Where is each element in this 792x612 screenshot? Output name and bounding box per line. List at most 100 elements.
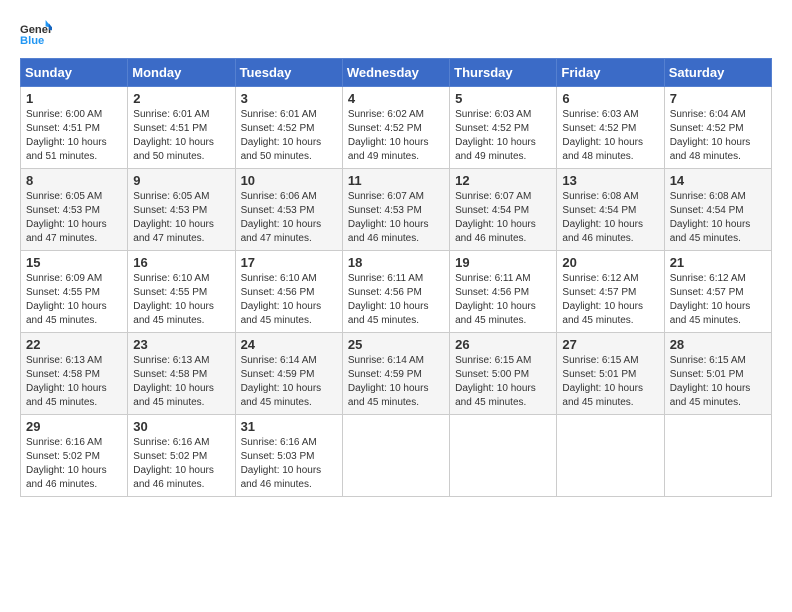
daylight-label: Daylight: 10 hours and 45 minutes. [670,301,751,326]
sunrise-label: Sunrise: 6:16 AM [241,437,317,448]
sunset-label: Sunset: 4:56 PM [455,287,529,298]
sunrise-label: Sunrise: 6:00 AM [26,109,102,120]
calendar-week-row: 1 Sunrise: 6:00 AM Sunset: 4:51 PM Dayli… [21,87,772,169]
day-number: 30 [133,419,229,434]
calendar-cell: 29 Sunrise: 6:16 AM Sunset: 5:02 PM Dayl… [21,415,128,497]
calendar-cell: 20 Sunrise: 6:12 AM Sunset: 4:57 PM Dayl… [557,251,664,333]
cell-content: Sunrise: 6:12 AM Sunset: 4:57 PM Dayligh… [562,272,658,328]
calendar-cell: 16 Sunrise: 6:10 AM Sunset: 4:55 PM Dayl… [128,251,235,333]
weekday-header: Tuesday [235,59,342,87]
daylight-label: Daylight: 10 hours and 45 minutes. [348,383,429,408]
calendar-cell: 1 Sunrise: 6:00 AM Sunset: 4:51 PM Dayli… [21,87,128,169]
cell-content: Sunrise: 6:00 AM Sunset: 4:51 PM Dayligh… [26,108,122,164]
calendar-cell: 7 Sunrise: 6:04 AM Sunset: 4:52 PM Dayli… [664,87,771,169]
calendar-cell: 15 Sunrise: 6:09 AM Sunset: 4:55 PM Dayl… [21,251,128,333]
calendar-cell [557,415,664,497]
day-number: 27 [562,337,658,352]
sunrise-label: Sunrise: 6:01 AM [133,109,209,120]
sunset-label: Sunset: 4:55 PM [133,287,207,298]
day-number: 3 [241,91,337,106]
daylight-label: Daylight: 10 hours and 47 minutes. [133,219,214,244]
cell-content: Sunrise: 6:10 AM Sunset: 4:56 PM Dayligh… [241,272,337,328]
day-number: 21 [670,255,766,270]
logo-icon: General Blue [20,20,52,48]
calendar-cell: 30 Sunrise: 6:16 AM Sunset: 5:02 PM Dayl… [128,415,235,497]
daylight-label: Daylight: 10 hours and 46 minutes. [26,465,107,490]
weekday-header: Monday [128,59,235,87]
cell-content: Sunrise: 6:07 AM Sunset: 4:53 PM Dayligh… [348,190,444,246]
daylight-label: Daylight: 10 hours and 46 minutes. [241,465,322,490]
cell-content: Sunrise: 6:05 AM Sunset: 4:53 PM Dayligh… [26,190,122,246]
calendar-cell: 3 Sunrise: 6:01 AM Sunset: 4:52 PM Dayli… [235,87,342,169]
cell-content: Sunrise: 6:01 AM Sunset: 4:52 PM Dayligh… [241,108,337,164]
day-number: 11 [348,173,444,188]
sunrise-label: Sunrise: 6:07 AM [348,191,424,202]
daylight-label: Daylight: 10 hours and 45 minutes. [348,301,429,326]
cell-content: Sunrise: 6:15 AM Sunset: 5:00 PM Dayligh… [455,354,551,410]
daylight-label: Daylight: 10 hours and 45 minutes. [562,301,643,326]
sunset-label: Sunset: 4:59 PM [241,369,315,380]
day-number: 14 [670,173,766,188]
sunset-label: Sunset: 4:54 PM [562,205,636,216]
weekday-header: Friday [557,59,664,87]
sunrise-label: Sunrise: 6:07 AM [455,191,531,202]
sunset-label: Sunset: 5:01 PM [670,369,744,380]
sunrise-label: Sunrise: 6:05 AM [133,191,209,202]
sunrise-label: Sunrise: 6:09 AM [26,273,102,284]
calendar-cell: 19 Sunrise: 6:11 AM Sunset: 4:56 PM Dayl… [450,251,557,333]
cell-content: Sunrise: 6:07 AM Sunset: 4:54 PM Dayligh… [455,190,551,246]
calendar-cell: 8 Sunrise: 6:05 AM Sunset: 4:53 PM Dayli… [21,169,128,251]
cell-content: Sunrise: 6:14 AM Sunset: 4:59 PM Dayligh… [241,354,337,410]
day-number: 20 [562,255,658,270]
sunset-label: Sunset: 4:54 PM [455,205,529,216]
day-number: 19 [455,255,551,270]
daylight-label: Daylight: 10 hours and 46 minutes. [348,219,429,244]
daylight-label: Daylight: 10 hours and 45 minutes. [455,383,536,408]
day-number: 10 [241,173,337,188]
calendar-cell [664,415,771,497]
sunrise-label: Sunrise: 6:04 AM [670,109,746,120]
cell-content: Sunrise: 6:13 AM Sunset: 4:58 PM Dayligh… [133,354,229,410]
cell-content: Sunrise: 6:01 AM Sunset: 4:51 PM Dayligh… [133,108,229,164]
calendar-cell: 26 Sunrise: 6:15 AM Sunset: 5:00 PM Dayl… [450,333,557,415]
logo: General Blue [20,20,52,48]
cell-content: Sunrise: 6:08 AM Sunset: 4:54 PM Dayligh… [670,190,766,246]
calendar-cell: 31 Sunrise: 6:16 AM Sunset: 5:03 PM Dayl… [235,415,342,497]
sunset-label: Sunset: 4:56 PM [241,287,315,298]
cell-content: Sunrise: 6:13 AM Sunset: 4:58 PM Dayligh… [26,354,122,410]
sunrise-label: Sunrise: 6:16 AM [133,437,209,448]
daylight-label: Daylight: 10 hours and 46 minutes. [455,219,536,244]
sunset-label: Sunset: 4:52 PM [455,123,529,134]
cell-content: Sunrise: 6:15 AM Sunset: 5:01 PM Dayligh… [562,354,658,410]
daylight-label: Daylight: 10 hours and 46 minutes. [133,465,214,490]
calendar-cell: 11 Sunrise: 6:07 AM Sunset: 4:53 PM Dayl… [342,169,449,251]
sunrise-label: Sunrise: 6:01 AM [241,109,317,120]
sunset-label: Sunset: 4:57 PM [670,287,744,298]
calendar-week-row: 15 Sunrise: 6:09 AM Sunset: 4:55 PM Dayl… [21,251,772,333]
sunrise-label: Sunrise: 6:11 AM [348,273,423,284]
sunset-label: Sunset: 4:57 PM [562,287,636,298]
calendar-cell: 24 Sunrise: 6:14 AM Sunset: 4:59 PM Dayl… [235,333,342,415]
daylight-label: Daylight: 10 hours and 50 minutes. [133,137,214,162]
daylight-label: Daylight: 10 hours and 45 minutes. [455,301,536,326]
sunset-label: Sunset: 4:51 PM [26,123,100,134]
daylight-label: Daylight: 10 hours and 46 minutes. [562,219,643,244]
sunset-label: Sunset: 4:53 PM [26,205,100,216]
sunrise-label: Sunrise: 6:02 AM [348,109,424,120]
sunset-label: Sunset: 5:02 PM [133,451,207,462]
sunset-label: Sunset: 4:55 PM [26,287,100,298]
daylight-label: Daylight: 10 hours and 45 minutes. [241,383,322,408]
daylight-label: Daylight: 10 hours and 45 minutes. [133,383,214,408]
calendar-cell: 22 Sunrise: 6:13 AM Sunset: 4:58 PM Dayl… [21,333,128,415]
day-number: 29 [26,419,122,434]
daylight-label: Daylight: 10 hours and 45 minutes. [26,383,107,408]
cell-content: Sunrise: 6:15 AM Sunset: 5:01 PM Dayligh… [670,354,766,410]
cell-content: Sunrise: 6:12 AM Sunset: 4:57 PM Dayligh… [670,272,766,328]
weekday-header: Sunday [21,59,128,87]
sunrise-label: Sunrise: 6:08 AM [670,191,746,202]
sunrise-label: Sunrise: 6:12 AM [670,273,746,284]
cell-content: Sunrise: 6:06 AM Sunset: 4:53 PM Dayligh… [241,190,337,246]
sunrise-label: Sunrise: 6:14 AM [241,355,317,366]
daylight-label: Daylight: 10 hours and 45 minutes. [670,383,751,408]
daylight-label: Daylight: 10 hours and 45 minutes. [670,219,751,244]
